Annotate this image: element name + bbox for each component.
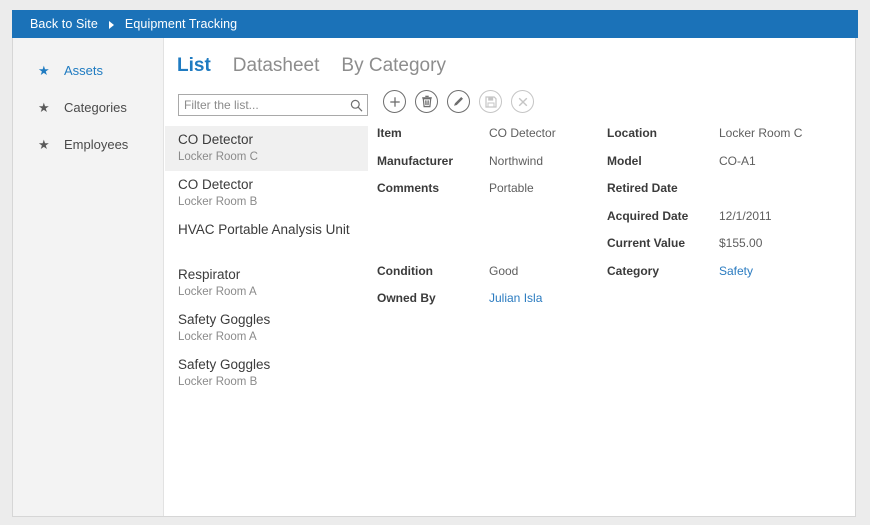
list-item-title: CO Detector xyxy=(178,177,254,192)
breadcrumb-bar: Back to Site Equipment Tracking xyxy=(12,10,858,38)
field-label: Item xyxy=(377,126,402,140)
field-value: CO Detector xyxy=(489,126,556,140)
list-item-title: Safety Goggles xyxy=(178,312,271,327)
field-acquired-date: Acquired Date 12/1/2011 xyxy=(607,209,847,237)
list-item-title: HVAC Portable Analysis Unit xyxy=(178,222,350,237)
filter-list-container[interactable] xyxy=(178,94,368,116)
search-icon[interactable] xyxy=(346,99,366,112)
main-content: List Datasheet By Category Filter the li… xyxy=(165,38,857,515)
tab-datasheet[interactable]: Datasheet xyxy=(233,55,320,77)
search-input[interactable] xyxy=(179,97,346,113)
list-item-subtitle xyxy=(178,239,368,255)
sidebar-item-label: Assets xyxy=(64,62,104,78)
save-button[interactable] xyxy=(479,90,502,113)
field-value: 12/1/2011 xyxy=(719,208,772,223)
owned-by-link[interactable]: Julian Isla xyxy=(489,291,542,305)
pencil-icon xyxy=(454,97,463,106)
field-label: Owned By xyxy=(377,291,436,305)
close-x-icon xyxy=(518,97,527,106)
field-manufacturer: Manufacturer Northwind xyxy=(377,154,607,182)
list-item[interactable]: Safety Goggles Locker Room B xyxy=(165,351,368,396)
list-item-subtitle: Locker Room A xyxy=(178,331,257,343)
detail-spacer xyxy=(377,209,607,237)
field-label: Condition xyxy=(377,263,433,278)
sidebar-item-employees[interactable]: ★ Employees xyxy=(13,132,163,156)
field-category: Category Safety xyxy=(607,264,847,292)
list-item[interactable]: CO Detector Locker Room B xyxy=(165,171,368,216)
edit-button[interactable] xyxy=(447,90,470,113)
sidebar-item-categories[interactable]: ★ Categories xyxy=(13,95,163,119)
list-item[interactable]: CO Detector Locker Room C xyxy=(165,126,368,171)
delete-button[interactable] xyxy=(415,90,438,113)
field-value: Good xyxy=(489,263,519,278)
list-item[interactable]: Respirator Locker Room A xyxy=(165,261,368,306)
field-label: Retired Date xyxy=(607,181,678,195)
field-retired-date: Retired Date xyxy=(607,181,847,209)
field-label: Manufacturer xyxy=(377,153,454,168)
record-toolbar xyxy=(383,90,543,113)
sidebar: ★ Assets ★ Categories ★ Employees xyxy=(13,38,164,516)
field-model: Model CO-A1 xyxy=(607,154,847,182)
field-label: Model xyxy=(607,153,642,168)
list-item-subtitle: Locker Room B xyxy=(178,196,258,208)
add-button[interactable] xyxy=(383,90,406,113)
field-value: Locker Room C xyxy=(719,126,803,140)
detail-spacer xyxy=(377,236,607,264)
trash-icon xyxy=(421,95,432,108)
list-item-subtitle: Locker Room C xyxy=(178,151,258,163)
field-label: Current Value xyxy=(607,236,686,250)
star-icon: ★ xyxy=(38,62,50,78)
list-item-subtitle: Locker Room A xyxy=(178,286,257,298)
floppy-disk-icon xyxy=(484,95,497,108)
star-icon: ★ xyxy=(38,136,50,152)
field-value: CO-A1 xyxy=(719,153,756,168)
tab-list[interactable]: List xyxy=(177,55,211,77)
breadcrumb-back-to-site-link[interactable]: Back to Site xyxy=(30,17,98,31)
record-detail: Item CO Detector Manufacturer Northwind … xyxy=(377,126,857,319)
plus-icon xyxy=(389,96,400,107)
cancel-button[interactable] xyxy=(511,90,534,113)
sidebar-item-label: Employees xyxy=(64,136,129,152)
tab-by-category[interactable]: By Category xyxy=(341,55,446,77)
star-icon: ★ xyxy=(38,99,50,115)
chevron-right-icon xyxy=(108,21,114,29)
sidebar-item-assets[interactable]: ★ Assets xyxy=(13,58,163,82)
field-item: Item CO Detector xyxy=(377,126,607,154)
field-current-value: Current Value $155.00 xyxy=(607,236,847,264)
list-item-title: CO Detector xyxy=(178,132,254,147)
field-value: $155.00 xyxy=(719,236,763,250)
breadcrumb-current-page: Equipment Tracking xyxy=(124,17,238,31)
field-value: Northwind xyxy=(489,153,544,168)
field-owned-by: Owned By Julian Isla xyxy=(377,291,607,319)
field-value: Portable xyxy=(489,181,534,195)
list-item[interactable]: Safety Goggles Locker Room A xyxy=(165,306,368,351)
field-label: Acquired Date xyxy=(607,208,689,223)
field-label: Category xyxy=(607,263,660,278)
field-location: Location Locker Room C xyxy=(607,126,847,154)
detail-column-right: Location Locker Room C Model CO-A1 Retir… xyxy=(607,126,847,319)
sidebar-item-label: Categories xyxy=(64,99,127,115)
list-item-title: Respirator xyxy=(178,267,241,282)
asset-list: CO Detector Locker Room C CO Detector Lo… xyxy=(165,126,368,396)
view-tabs: List Datasheet By Category xyxy=(177,55,468,77)
field-label: Location xyxy=(607,126,657,140)
detail-column-left: Item CO Detector Manufacturer Northwind … xyxy=(377,126,607,319)
field-condition: Condition Good xyxy=(377,264,607,292)
list-item[interactable]: HVAC Portable Analysis Unit xyxy=(165,216,368,261)
field-label: Comments xyxy=(377,181,440,195)
list-item-subtitle: Locker Room B xyxy=(178,376,258,388)
category-link[interactable]: Safety xyxy=(719,264,753,278)
field-comments: Comments Portable xyxy=(377,181,607,209)
list-item-title: Safety Goggles xyxy=(178,357,271,372)
